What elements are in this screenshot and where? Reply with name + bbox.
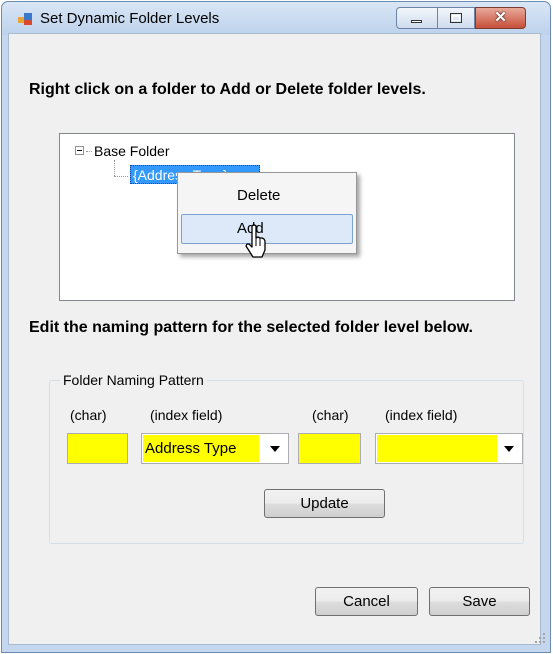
collapse-toggle-icon[interactable] [75, 146, 84, 155]
minimize-button[interactable] [396, 7, 438, 29]
index-field-label-1: (index field) [150, 407, 223, 423]
app-window-icon [18, 13, 32, 25]
minimize-icon [411, 20, 422, 23]
update-button[interactable]: Update [264, 489, 385, 518]
index-field-value-1: Address Type [143, 435, 259, 462]
char-input-2[interactable] [298, 433, 361, 464]
save-button[interactable]: Save [429, 587, 530, 616]
group-title: Folder Naming Pattern [60, 372, 207, 388]
pattern-instruction-text: Edit the naming pattern for the selected… [29, 319, 473, 336]
chevron-down-icon[interactable] [504, 446, 514, 452]
close-icon: ✕ [494, 9, 507, 26]
mouse-pointer-icon [245, 224, 266, 258]
client-area [8, 33, 541, 645]
tree-connector [114, 176, 128, 177]
window-title: Set Dynamic Folder Levels [40, 10, 220, 27]
tree-instruction-text: Right click on a folder to Add or Delete… [29, 81, 426, 98]
context-menu-delete[interactable]: Delete [181, 181, 353, 211]
maximize-button[interactable] [438, 7, 475, 29]
char-label-2: (char) [312, 407, 349, 423]
chevron-down-icon[interactable] [270, 446, 280, 452]
index-field-label-2: (index field) [385, 407, 458, 423]
close-button[interactable]: ✕ [475, 7, 526, 29]
index-field-select-1[interactable]: Address Type [141, 433, 289, 464]
index-field-value-2 [377, 435, 497, 462]
index-field-select-2[interactable] [375, 433, 523, 464]
title-bar[interactable]: Set Dynamic Folder Levels ✕ [2, 2, 550, 35]
resize-grip-icon[interactable] [535, 633, 547, 645]
char-label-1: (char) [70, 407, 107, 423]
cancel-button[interactable]: Cancel [315, 587, 418, 616]
maximize-icon [450, 13, 462, 23]
tree-connector [86, 151, 92, 152]
tree-node-base-folder[interactable]: Base Folder [94, 143, 169, 159]
tree-connector [114, 160, 115, 176]
char-input-1[interactable] [67, 433, 128, 464]
